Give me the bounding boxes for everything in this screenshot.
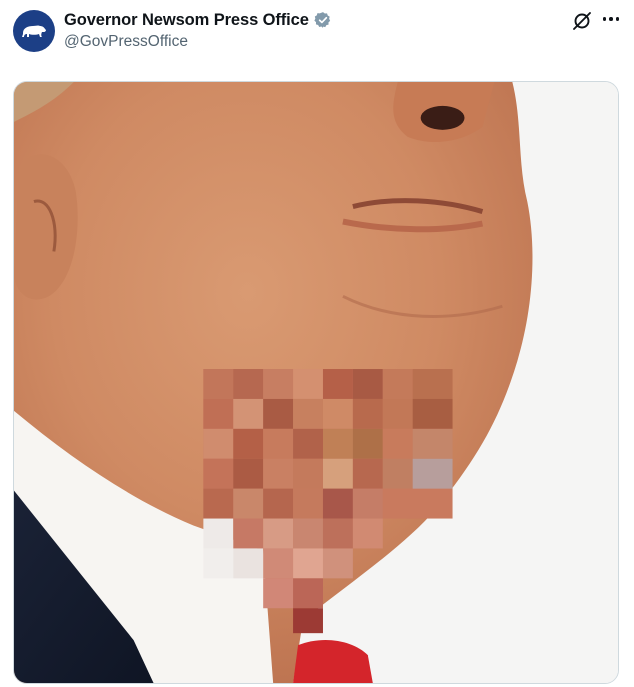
author-display-name[interactable]: Governor Newsom Press Office: [64, 10, 309, 30]
grok-icon: [573, 12, 591, 30]
more-options-button[interactable]: [598, 7, 624, 31]
more-options-icon: [602, 17, 607, 21]
post-media-photo[interactable]: [13, 81, 619, 684]
author-handle[interactable]: @GovPressOffice: [64, 32, 188, 52]
photo-image: [14, 82, 618, 683]
grok-button[interactable]: [571, 10, 593, 32]
verified-badge-icon: [314, 12, 330, 28]
author-name-row[interactable]: Governor Newsom Press Office: [64, 10, 332, 30]
california-bear-icon: [22, 25, 46, 37]
author-avatar[interactable]: [13, 10, 55, 52]
